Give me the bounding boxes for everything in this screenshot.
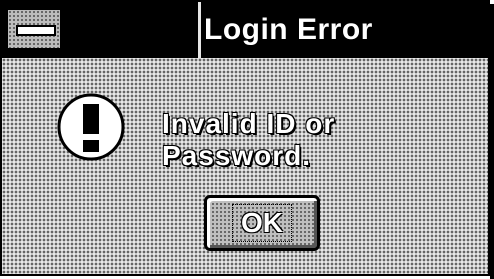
exclamation-icon (57, 93, 125, 161)
system-menu-button[interactable] (6, 8, 62, 50)
error-message: Invalid ID or Password. (162, 108, 336, 171)
ok-button-label: OK (232, 204, 292, 242)
window-shadow (490, 4, 494, 279)
ok-button[interactable]: OK (204, 195, 320, 251)
title-divider (198, 2, 201, 58)
system-menu-icon (16, 25, 56, 36)
login-error-dialog: Login Error Invalid ID or Password. OK (0, 0, 490, 276)
window-title: Login Error (204, 13, 373, 46)
title-bar[interactable]: Login Error (2, 2, 488, 58)
